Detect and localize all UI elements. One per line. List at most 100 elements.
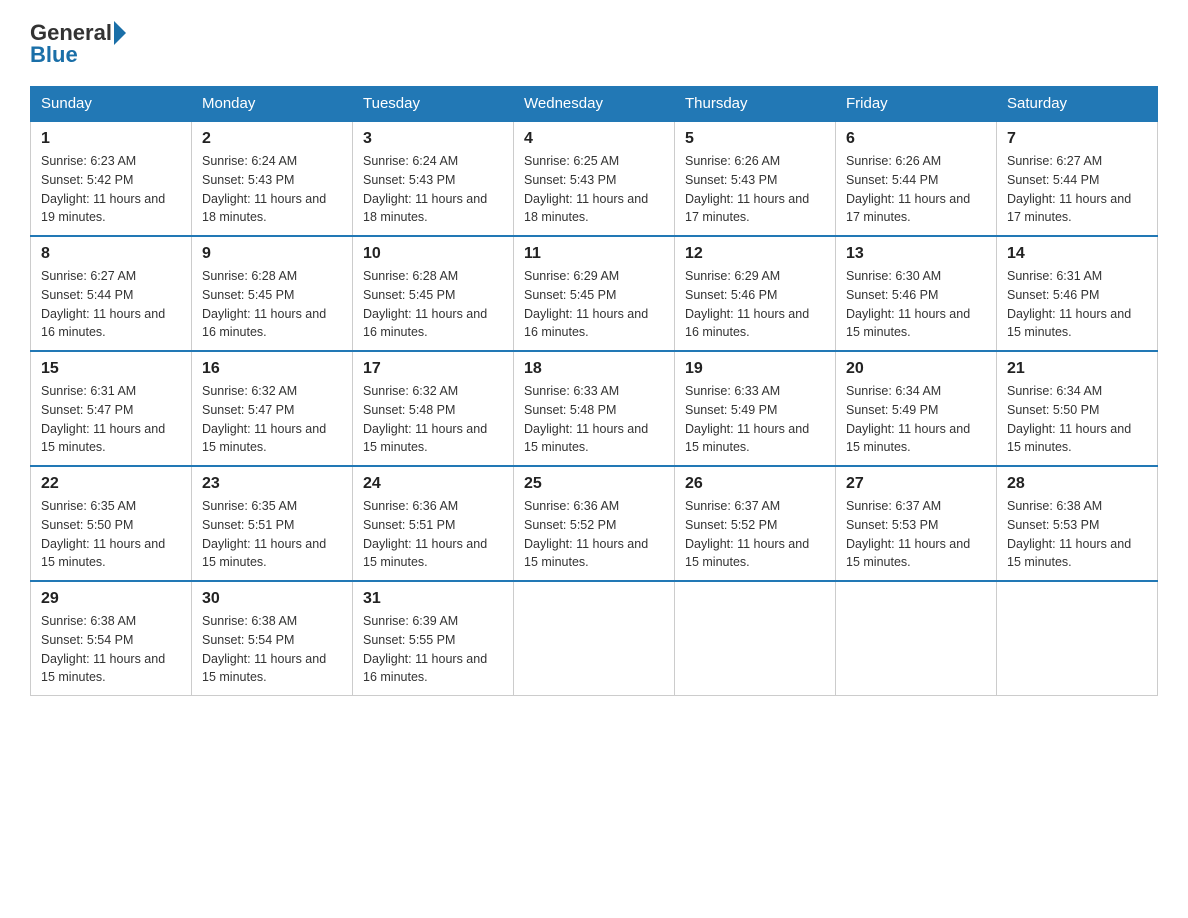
calendar-cell: 12 Sunrise: 6:29 AMSunset: 5:46 PMDaylig… (675, 236, 836, 351)
logo: General Blue (30, 20, 126, 68)
day-number: 14 (1007, 245, 1147, 263)
calendar-cell: 8 Sunrise: 6:27 AMSunset: 5:44 PMDayligh… (31, 236, 192, 351)
day-info: Sunrise: 6:31 AMSunset: 5:47 PMDaylight:… (41, 384, 165, 454)
calendar-cell: 4 Sunrise: 6:25 AMSunset: 5:43 PMDayligh… (514, 121, 675, 236)
calendar-cell: 28 Sunrise: 6:38 AMSunset: 5:53 PMDaylig… (997, 466, 1158, 581)
calendar-cell: 21 Sunrise: 6:34 AMSunset: 5:50 PMDaylig… (997, 351, 1158, 466)
day-number: 6 (846, 130, 986, 148)
logo-blue-text: Blue (30, 42, 126, 68)
calendar-cell: 2 Sunrise: 6:24 AMSunset: 5:43 PMDayligh… (192, 121, 353, 236)
day-info: Sunrise: 6:31 AMSunset: 5:46 PMDaylight:… (1007, 269, 1131, 339)
day-number: 15 (41, 360, 181, 378)
calendar-cell (675, 581, 836, 696)
weekday-header-wednesday: Wednesday (514, 87, 675, 122)
day-info: Sunrise: 6:26 AMSunset: 5:43 PMDaylight:… (685, 154, 809, 224)
calendar-cell (514, 581, 675, 696)
calendar-cell: 1 Sunrise: 6:23 AMSunset: 5:42 PMDayligh… (31, 121, 192, 236)
day-number: 27 (846, 475, 986, 493)
day-info: Sunrise: 6:32 AMSunset: 5:47 PMDaylight:… (202, 384, 326, 454)
day-number: 30 (202, 590, 342, 608)
page-header: General Blue (30, 20, 1158, 68)
day-number: 4 (524, 130, 664, 148)
day-info: Sunrise: 6:38 AMSunset: 5:54 PMDaylight:… (202, 614, 326, 684)
day-info: Sunrise: 6:34 AMSunset: 5:50 PMDaylight:… (1007, 384, 1131, 454)
calendar-cell: 31 Sunrise: 6:39 AMSunset: 5:55 PMDaylig… (353, 581, 514, 696)
day-info: Sunrise: 6:36 AMSunset: 5:51 PMDaylight:… (363, 499, 487, 569)
day-number: 19 (685, 360, 825, 378)
day-number: 11 (524, 245, 664, 263)
weekday-header-row: SundayMondayTuesdayWednesdayThursdayFrid… (31, 87, 1158, 122)
calendar-cell: 6 Sunrise: 6:26 AMSunset: 5:44 PMDayligh… (836, 121, 997, 236)
calendar-cell: 26 Sunrise: 6:37 AMSunset: 5:52 PMDaylig… (675, 466, 836, 581)
calendar-cell: 30 Sunrise: 6:38 AMSunset: 5:54 PMDaylig… (192, 581, 353, 696)
calendar-cell: 9 Sunrise: 6:28 AMSunset: 5:45 PMDayligh… (192, 236, 353, 351)
day-info: Sunrise: 6:38 AMSunset: 5:53 PMDaylight:… (1007, 499, 1131, 569)
calendar-cell: 24 Sunrise: 6:36 AMSunset: 5:51 PMDaylig… (353, 466, 514, 581)
day-number: 17 (363, 360, 503, 378)
day-number: 5 (685, 130, 825, 148)
calendar-cell: 3 Sunrise: 6:24 AMSunset: 5:43 PMDayligh… (353, 121, 514, 236)
calendar-cell: 18 Sunrise: 6:33 AMSunset: 5:48 PMDaylig… (514, 351, 675, 466)
day-info: Sunrise: 6:35 AMSunset: 5:51 PMDaylight:… (202, 499, 326, 569)
day-number: 20 (846, 360, 986, 378)
calendar-cell: 13 Sunrise: 6:30 AMSunset: 5:46 PMDaylig… (836, 236, 997, 351)
day-info: Sunrise: 6:32 AMSunset: 5:48 PMDaylight:… (363, 384, 487, 454)
calendar-week-row: 22 Sunrise: 6:35 AMSunset: 5:50 PMDaylig… (31, 466, 1158, 581)
calendar-cell: 7 Sunrise: 6:27 AMSunset: 5:44 PMDayligh… (997, 121, 1158, 236)
day-number: 18 (524, 360, 664, 378)
day-number: 26 (685, 475, 825, 493)
calendar-week-row: 8 Sunrise: 6:27 AMSunset: 5:44 PMDayligh… (31, 236, 1158, 351)
day-info: Sunrise: 6:39 AMSunset: 5:55 PMDaylight:… (363, 614, 487, 684)
day-number: 16 (202, 360, 342, 378)
day-info: Sunrise: 6:30 AMSunset: 5:46 PMDaylight:… (846, 269, 970, 339)
day-number: 28 (1007, 475, 1147, 493)
day-info: Sunrise: 6:36 AMSunset: 5:52 PMDaylight:… (524, 499, 648, 569)
day-number: 9 (202, 245, 342, 263)
calendar-cell: 15 Sunrise: 6:31 AMSunset: 5:47 PMDaylig… (31, 351, 192, 466)
calendar-week-row: 1 Sunrise: 6:23 AMSunset: 5:42 PMDayligh… (31, 121, 1158, 236)
calendar-cell: 5 Sunrise: 6:26 AMSunset: 5:43 PMDayligh… (675, 121, 836, 236)
day-info: Sunrise: 6:28 AMSunset: 5:45 PMDaylight:… (202, 269, 326, 339)
day-number: 12 (685, 245, 825, 263)
calendar-week-row: 29 Sunrise: 6:38 AMSunset: 5:54 PMDaylig… (31, 581, 1158, 696)
day-number: 3 (363, 130, 503, 148)
calendar-cell: 16 Sunrise: 6:32 AMSunset: 5:47 PMDaylig… (192, 351, 353, 466)
weekday-header-friday: Friday (836, 87, 997, 122)
day-info: Sunrise: 6:24 AMSunset: 5:43 PMDaylight:… (363, 154, 487, 224)
day-number: 1 (41, 130, 181, 148)
day-info: Sunrise: 6:29 AMSunset: 5:46 PMDaylight:… (685, 269, 809, 339)
calendar-cell: 19 Sunrise: 6:33 AMSunset: 5:49 PMDaylig… (675, 351, 836, 466)
calendar-cell: 11 Sunrise: 6:29 AMSunset: 5:45 PMDaylig… (514, 236, 675, 351)
weekday-header-sunday: Sunday (31, 87, 192, 122)
day-info: Sunrise: 6:38 AMSunset: 5:54 PMDaylight:… (41, 614, 165, 684)
calendar-cell: 29 Sunrise: 6:38 AMSunset: 5:54 PMDaylig… (31, 581, 192, 696)
day-info: Sunrise: 6:23 AMSunset: 5:42 PMDaylight:… (41, 154, 165, 224)
day-info: Sunrise: 6:34 AMSunset: 5:49 PMDaylight:… (846, 384, 970, 454)
day-number: 24 (363, 475, 503, 493)
day-number: 8 (41, 245, 181, 263)
calendar-cell: 27 Sunrise: 6:37 AMSunset: 5:53 PMDaylig… (836, 466, 997, 581)
calendar-cell (997, 581, 1158, 696)
calendar-cell: 14 Sunrise: 6:31 AMSunset: 5:46 PMDaylig… (997, 236, 1158, 351)
day-info: Sunrise: 6:29 AMSunset: 5:45 PMDaylight:… (524, 269, 648, 339)
weekday-header-saturday: Saturday (997, 87, 1158, 122)
day-number: 2 (202, 130, 342, 148)
day-number: 23 (202, 475, 342, 493)
day-number: 29 (41, 590, 181, 608)
day-info: Sunrise: 6:27 AMSunset: 5:44 PMDaylight:… (41, 269, 165, 339)
day-number: 25 (524, 475, 664, 493)
day-info: Sunrise: 6:33 AMSunset: 5:49 PMDaylight:… (685, 384, 809, 454)
calendar-table: SundayMondayTuesdayWednesdayThursdayFrid… (30, 86, 1158, 696)
calendar-cell: 20 Sunrise: 6:34 AMSunset: 5:49 PMDaylig… (836, 351, 997, 466)
calendar-cell: 23 Sunrise: 6:35 AMSunset: 5:51 PMDaylig… (192, 466, 353, 581)
day-number: 7 (1007, 130, 1147, 148)
weekday-header-tuesday: Tuesday (353, 87, 514, 122)
calendar-cell: 10 Sunrise: 6:28 AMSunset: 5:45 PMDaylig… (353, 236, 514, 351)
day-number: 10 (363, 245, 503, 263)
day-info: Sunrise: 6:37 AMSunset: 5:52 PMDaylight:… (685, 499, 809, 569)
day-info: Sunrise: 6:24 AMSunset: 5:43 PMDaylight:… (202, 154, 326, 224)
calendar-cell (836, 581, 997, 696)
day-number: 31 (363, 590, 503, 608)
calendar-week-row: 15 Sunrise: 6:31 AMSunset: 5:47 PMDaylig… (31, 351, 1158, 466)
weekday-header-thursday: Thursday (675, 87, 836, 122)
